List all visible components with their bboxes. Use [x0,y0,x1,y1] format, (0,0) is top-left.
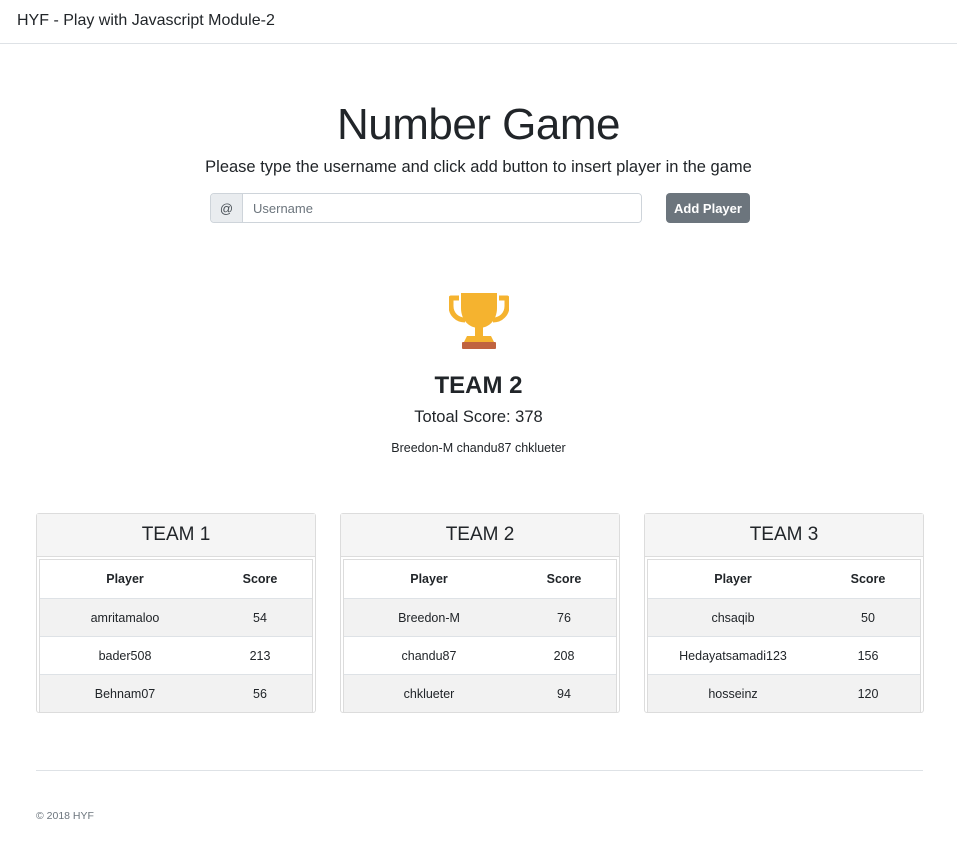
player-score: 208 [553,648,575,663]
player-name: bader508 [98,648,152,663]
team-card-3: TEAM 3 Player Score chsaqib 50 Hedayatsa… [644,513,924,713]
team-card-2: TEAM 2 Player Score Breedon-M 76 chandu8… [340,513,620,713]
player-score: 156 [857,648,879,663]
table-row: amritamaloo 54 [40,598,312,636]
player-score: 76 [557,610,571,625]
trophy-icon [448,293,509,349]
column-header-score: Score [242,572,278,586]
player-name: hosseinz [708,686,758,701]
table-row: Breedon-M 76 [344,598,616,636]
column-header-score: Score [546,572,582,586]
player-score: 120 [857,686,879,701]
top-navbar: HYF - Play with Javascript Module-2 [0,0,957,44]
player-score: 54 [253,610,267,625]
team-card-title: TEAM 1 [37,514,315,557]
column-header-player: Player [714,572,752,586]
table-row: chklueter 94 [344,674,616,712]
player-name: Breedon-M [398,610,460,625]
table-row: chsaqib 50 [648,598,920,636]
player-score: 50 [861,610,875,625]
player-score: 56 [253,686,267,701]
team-card-title: TEAM 2 [341,514,619,557]
team-card-title: TEAM 3 [645,514,923,557]
column-header-player: Player [106,572,144,586]
table-row: bader508 213 [40,636,312,674]
player-score: 94 [557,686,571,701]
player-name: chklueter [403,686,455,701]
navbar-brand[interactable]: HYF - Play with Javascript Module-2 [17,12,275,30]
winner-team-name: TEAM 2 [434,372,523,399]
team-table: Player Score amritamaloo 54 bader508 213… [39,559,313,713]
column-header-player: Player [410,572,448,586]
table-header-row: Player Score [40,560,312,598]
team-card-1: TEAM 1 Player Score amritamaloo 54 bader… [36,513,316,713]
footer-divider [36,770,923,771]
winner-total-score: Totoal Score: 378 [414,408,543,426]
team-table: Player Score chsaqib 50 Hedayatsamadi123… [647,559,921,713]
at-sign-prefix: @ [211,194,243,222]
player-name: chsaqib [711,610,755,625]
table-row: chandu87 208 [344,636,616,674]
add-player-button[interactable]: Add Player [666,193,750,223]
table-header-row: Player Score [648,560,920,598]
player-name: Behnam07 [94,686,156,701]
page-title: Number Game [336,100,621,149]
player-name: chandu87 [401,648,457,663]
hero-section: Number Game Please type the username and… [0,96,957,177]
footer-copyright: © 2018 HYF [36,810,94,822]
player-name: Hedayatsamadi123 [679,648,787,663]
table-header-row: Player Score [344,560,616,598]
column-header-score: Score [850,572,886,586]
player-name: amritamaloo [90,610,160,625]
page-instructions: Please type the username and click add b… [205,158,752,176]
winner-players: Breedon-M chandu87 chklueter [391,441,566,455]
player-score: 213 [249,648,271,663]
table-row: Hedayatsamadi123 156 [648,636,920,674]
team-table: Player Score Breedon-M 76 chandu87 208 c… [343,559,617,713]
table-row: Behnam07 56 [40,674,312,712]
username-input-group: @ [210,193,642,223]
username-input[interactable] [243,194,641,222]
table-row: hosseinz 120 [648,674,920,712]
winner-section: TEAM 2 Totoal Score: 378 Breedon-M chand… [0,290,957,455]
